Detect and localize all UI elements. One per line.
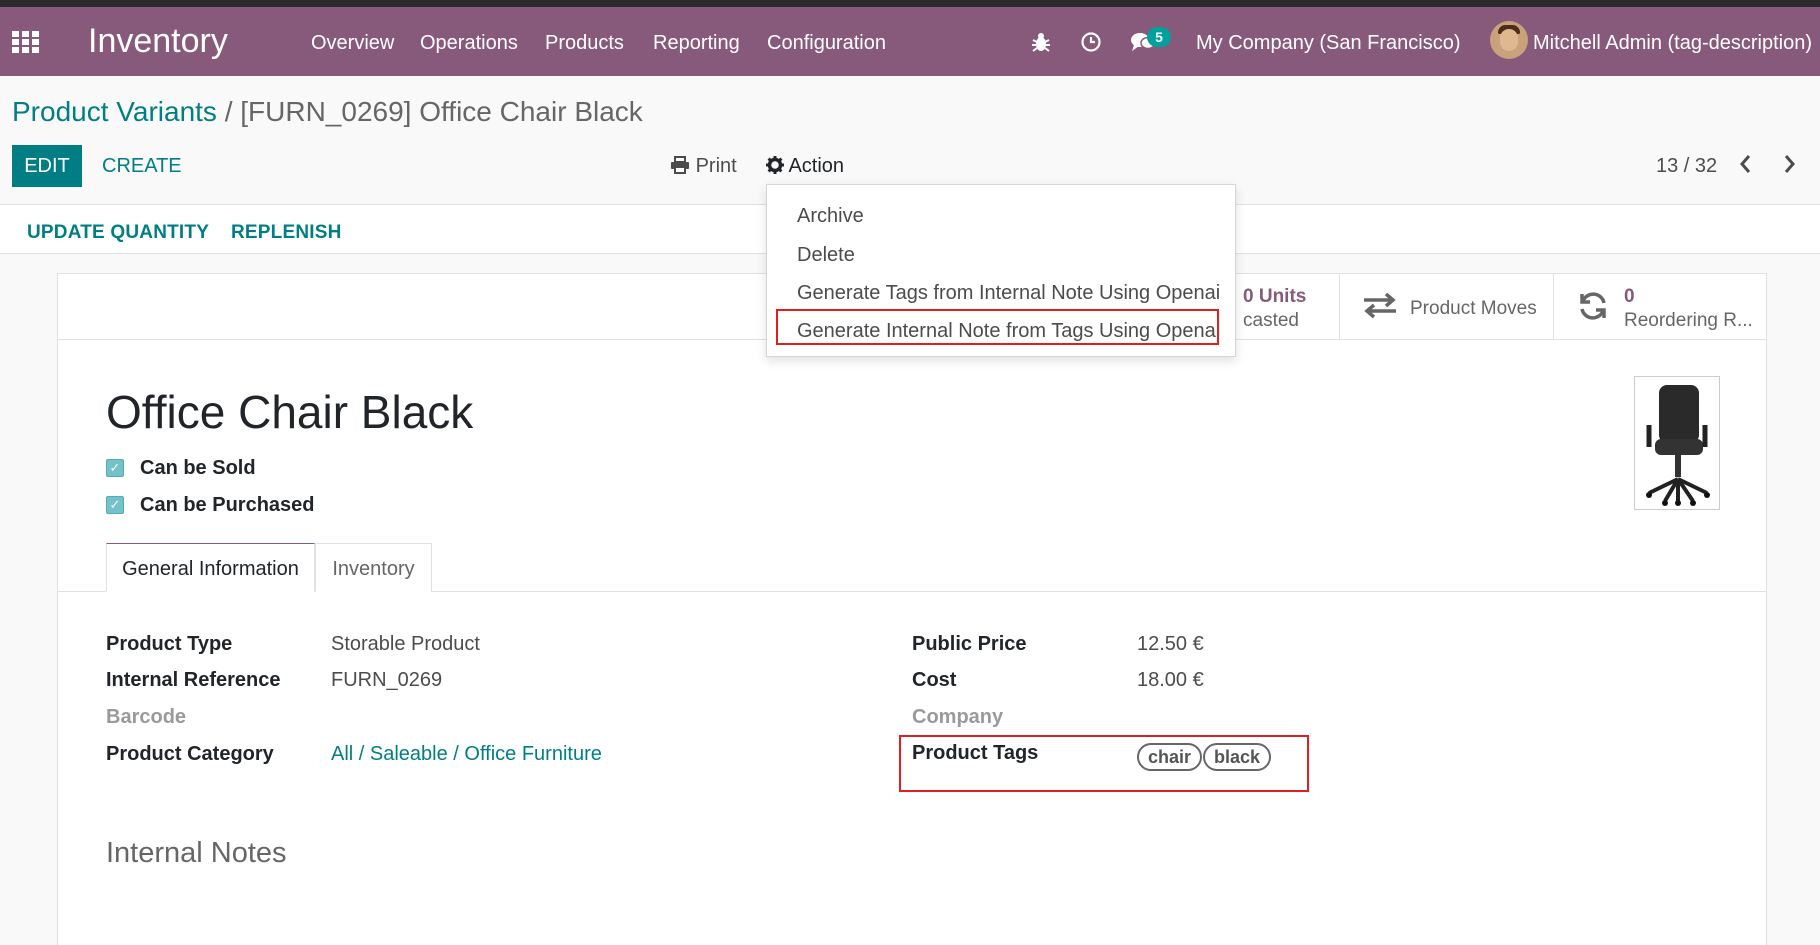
reordering-value: 0 <box>1624 286 1635 307</box>
window-top-strip <box>0 0 1820 7</box>
action-dropdown-menu: Archive Delete Generate Tags from Intern… <box>766 184 1236 357</box>
menu-products[interactable]: Products <box>545 31 624 55</box>
can-be-sold-checkbox[interactable]: ✓ <box>106 459 124 477</box>
product-moves-button[interactable]: Product Moves <box>1339 274 1553 340</box>
action-label: Action <box>788 155 845 177</box>
action-button[interactable]: Action <box>766 154 844 178</box>
product-moves-label: Product Moves <box>1410 298 1537 319</box>
form-sheet: 0 Units casted Product Moves 0 Reorderin… <box>57 273 1767 945</box>
can-be-purchased-label: Can be Purchased <box>140 494 315 516</box>
breadcrumb-current: [FURN_0269] Office Chair Black <box>240 96 643 127</box>
chevron-right-icon[interactable] <box>1783 150 1797 180</box>
menu-operations[interactable]: Operations <box>420 31 518 55</box>
apps-grid-icon[interactable] <box>12 31 40 53</box>
cost-value[interactable]: 18.00 € <box>1137 668 1204 692</box>
pager-value[interactable]: 13 / 32 <box>1656 154 1717 178</box>
main-navbar: Inventory Overview Operations Products R… <box>0 7 1820 76</box>
internal-reference-value[interactable]: FURN_0269 <box>331 668 442 692</box>
user-menu[interactable]: Mitchell Admin (tag-description) <box>1533 31 1812 55</box>
print-label: Print <box>695 155 737 177</box>
tag-chair[interactable]: chair <box>1137 743 1203 771</box>
bug-icon[interactable] <box>1031 31 1051 59</box>
company-switcher[interactable]: My Company (San Francisco) <box>1196 31 1461 55</box>
public-price-label: Public Price <box>912 633 1027 655</box>
print-icon <box>670 155 690 177</box>
refresh-icon <box>1578 291 1608 328</box>
create-button[interactable]: CREATE <box>102 154 182 178</box>
tag-black[interactable]: black <box>1203 743 1272 771</box>
product-category-label: Product Category <box>106 743 274 765</box>
cost-label: Cost <box>912 669 957 691</box>
app-name[interactable]: Inventory <box>88 21 228 61</box>
product-name[interactable]: Office Chair Black <box>106 386 473 438</box>
internal-reference-label: Internal Reference <box>106 669 281 691</box>
can-be-sold-label: Can be Sold <box>140 457 256 479</box>
update-quantity-button[interactable]: UPDATE QUANTITY <box>27 221 209 245</box>
forecast-value: 0 Units <box>1243 286 1307 307</box>
avatar[interactable] <box>1490 21 1528 59</box>
breadcrumb-parent[interactable]: Product Variants <box>12 96 217 127</box>
chevron-left-icon[interactable] <box>1738 150 1752 180</box>
breadcrumb-separator: / <box>224 96 233 127</box>
product-category-link[interactable]: All / Saleable / Office Furniture <box>331 742 602 766</box>
menu-reporting[interactable]: Reporting <box>653 31 740 55</box>
product-type-label: Product Type <box>106 633 233 655</box>
tab-general-information[interactable]: General Information <box>106 543 315 592</box>
edit-button[interactable]: EDIT <box>12 145 82 187</box>
breadcrumb: Product Variants / [FURN_0269] Office Ch… <box>12 96 643 128</box>
internal-notes-heading: Internal Notes <box>106 837 287 869</box>
reordering-label: Reordering R... <box>1624 310 1753 331</box>
menu-item-archive[interactable]: Archive <box>767 199 1235 233</box>
product-tags-label: Product Tags <box>912 742 1039 764</box>
can-be-purchased-checkbox[interactable]: ✓ <box>106 496 124 514</box>
menu-item-delete[interactable]: Delete <box>767 238 1235 272</box>
reordering-rules-button[interactable]: 0 Reordering R... <box>1553 274 1766 340</box>
gear-icon <box>766 155 784 177</box>
exchange-icon <box>1362 291 1398 326</box>
clock-icon[interactable] <box>1080 31 1102 59</box>
barcode-label: Barcode <box>106 706 187 728</box>
product-type-value[interactable]: Storable Product <box>331 632 480 656</box>
product-image[interactable] <box>1634 376 1720 510</box>
print-button[interactable]: Print <box>670 154 737 178</box>
tab-inventory[interactable]: Inventory <box>315 543 432 592</box>
forecast-label: casted <box>1243 310 1299 331</box>
replenish-button[interactable]: REPLENISH <box>231 221 342 245</box>
messages-badge: 5 <box>1147 27 1171 47</box>
menu-configuration[interactable]: Configuration <box>767 31 886 55</box>
menu-overview[interactable]: Overview <box>311 31 394 55</box>
menu-item-generate-internal-note[interactable]: Generate Internal Note from Tags Using O… <box>767 314 1235 348</box>
company-label: Company <box>912 706 1004 728</box>
public-price-value[interactable]: 12.50 € <box>1137 632 1204 656</box>
menu-item-generate-tags[interactable]: Generate Tags from Internal Note Using O… <box>767 276 1235 310</box>
